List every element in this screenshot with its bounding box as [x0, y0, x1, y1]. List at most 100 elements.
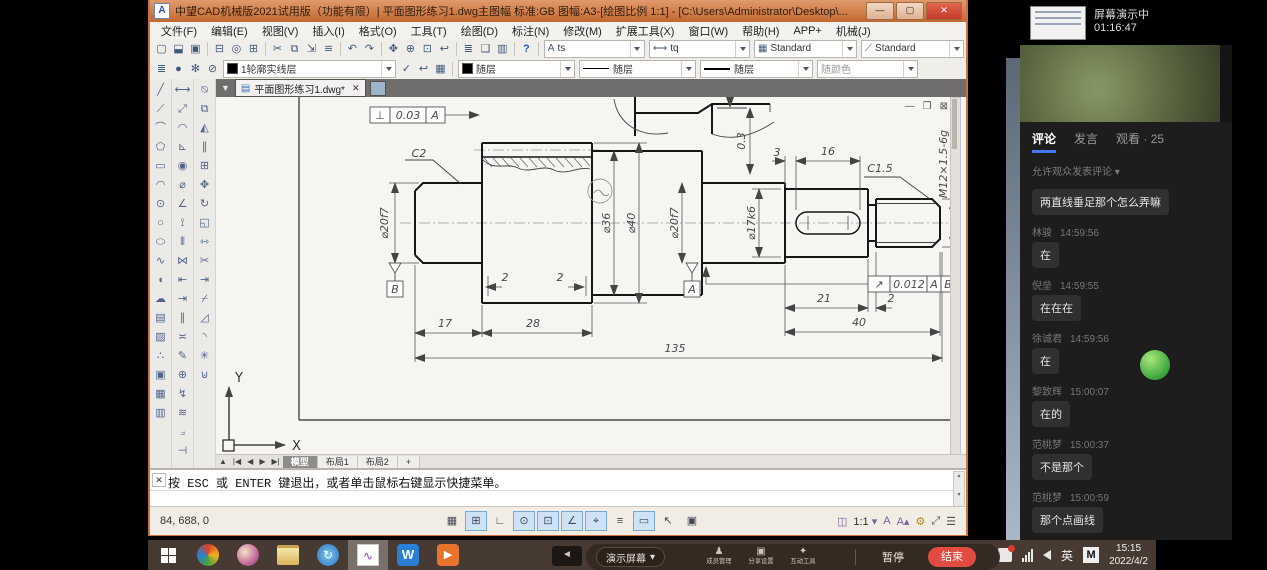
menu-window[interactable]: 窗口(W) [681, 23, 735, 39]
rotate-tool[interactable]: ↻ [195, 195, 214, 214]
tab-last-button[interactable]: ▶| [268, 457, 282, 466]
scrollbar-thumb[interactable] [952, 99, 957, 149]
tab-next-button[interactable]: ▶ [256, 457, 268, 466]
osnap-toggle[interactable]: ⊡ [537, 511, 559, 531]
annotation-visibility-icon[interactable]: A [883, 515, 890, 527]
array-tool[interactable]: ⊞ [195, 157, 214, 176]
rectangle-tool[interactable]: ▭ [151, 157, 170, 176]
dim-linear-tool[interactable]: ⟷ [173, 81, 192, 100]
chevron-down-icon[interactable] [681, 61, 695, 77]
start-button[interactable] [148, 540, 188, 570]
chevron-down-icon[interactable] [735, 41, 749, 57]
document-tab[interactable]: ▤ 平面图形练习1.dwg* ✕ [235, 79, 366, 97]
center-mark-tool[interactable]: ⊕ [173, 366, 192, 385]
layer-on-button[interactable]: ● [170, 61, 187, 77]
presenter-toolbar-handle[interactable]: ◄ [552, 546, 582, 566]
minimize-button[interactable]: — [866, 2, 894, 20]
save-button[interactable]: ▣ [187, 41, 204, 57]
interaction-tools-button[interactable]: ✦ 互动工具 [789, 547, 817, 567]
zoom-realtime-button[interactable]: ⊕ [402, 41, 419, 57]
table-style-combo[interactable]: ▦ Standard [754, 40, 857, 58]
command-close-icon[interactable]: ✕ [152, 473, 166, 487]
snap-toggle[interactable]: ▦ [441, 511, 463, 531]
notification-icon[interactable] [998, 548, 1012, 562]
share-settings-button[interactable]: ▣ 分享设置 [747, 547, 775, 567]
join-tool[interactable]: ⊍ [195, 366, 214, 385]
tab-close-icon[interactable]: ✕ [352, 83, 360, 94]
chevron-down-icon[interactable] [842, 41, 856, 57]
explode-tool[interactable]: ✳ [195, 347, 214, 366]
drawing-canvas[interactable]: ▼ ▤ 平面图形练习1.dwg* ✕ [216, 79, 966, 468]
chevron-down-icon[interactable] [560, 61, 574, 77]
menu-draw[interactable]: 绘图(D) [454, 23, 505, 39]
scale-tool[interactable]: ◱ [195, 214, 214, 233]
stretch-tool[interactable]: ⇿ [195, 233, 214, 252]
ellipse-tool[interactable]: ⬭ [151, 233, 170, 252]
ray-tool[interactable]: ⟋ [151, 100, 170, 119]
view-minimize-icon[interactable]: — [905, 101, 915, 112]
tab-list-menu-button[interactable]: ▲ [216, 457, 230, 466]
undo-button[interactable]: ↶ [344, 41, 361, 57]
dyn-toggle[interactable]: ⌖ [585, 511, 607, 531]
redo-button[interactable]: ↷ [361, 41, 378, 57]
chat-tab-watching[interactable]: 观看 · 25 [1116, 130, 1164, 153]
chat-tab-speak[interactable]: 发言 [1074, 130, 1098, 153]
erase-tool[interactable]: ⍉ [195, 81, 214, 100]
break-tool[interactable]: ⌿ [195, 290, 214, 309]
tab-new-layout[interactable]: + [398, 456, 420, 468]
viewport-icon[interactable]: ◫ [837, 515, 847, 528]
chamfer-tool[interactable]: ◿ [195, 309, 214, 328]
tab-model[interactable]: 模型 [283, 456, 318, 468]
dim-update-tool[interactable]: ⟓ [173, 423, 192, 442]
command-line-panel[interactable]: ✕ 按 ESC 或 ENTER 键退出，或者单击鼠标右键显示快捷菜单。 ▴▾ [150, 468, 966, 508]
pause-share-button[interactable]: 暂停 [882, 549, 904, 565]
status-menu-icon[interactable]: ☰ [946, 515, 956, 528]
tab-layout1[interactable]: 布局1 [318, 456, 358, 468]
dim-break-tool[interactable]: ⇤ [173, 271, 192, 290]
publish-button[interactable]: ⊞ [245, 41, 262, 57]
dim-ordinate-tool[interactable]: ⟟ [173, 214, 192, 233]
members-button[interactable]: ♟ 成员管理 [705, 547, 733, 567]
table-tool[interactable]: ▦ [151, 385, 170, 404]
ime-language[interactable]: 英 [1061, 547, 1073, 564]
linetype-combo[interactable]: 随层 [579, 60, 696, 78]
vertical-scrollbar[interactable] [950, 97, 961, 455]
shaft-drawing[interactable]: ⌀20f7 ⌀36 ⌀40 ⌀20f7 ⌀17k6 M12×1.5-6g 0.3… [216, 97, 957, 455]
dim-space-tool[interactable]: ⇥ [173, 290, 192, 309]
menu-express[interactable]: 扩展工具(X) [609, 23, 682, 39]
layer-lock-button[interactable]: ⊘ [204, 61, 221, 77]
fullscreen-icon[interactable]: ⤢ [931, 515, 940, 528]
dim-baseline-tool[interactable]: ⫴ [173, 233, 192, 252]
pan-button[interactable]: ✥ [385, 41, 402, 57]
chevron-down-icon[interactable] [798, 61, 812, 77]
menu-file[interactable]: 文件(F) [154, 23, 204, 39]
tab-first-button[interactable]: |◀ [230, 457, 244, 466]
chat-tab-comments[interactable]: 评论 [1032, 130, 1056, 153]
open-button[interactable]: ⬓ [170, 41, 187, 57]
tolerance-tool[interactable]: ≋ [173, 404, 192, 423]
mirror-tool[interactable]: ◭ [195, 119, 214, 138]
revcloud-tool[interactable]: ☁ [151, 290, 170, 309]
dim-edit-tool[interactable]: ✎ [173, 347, 192, 366]
menu-view[interactable]: 视图(V) [255, 23, 306, 39]
menu-tools[interactable]: 工具(T) [404, 23, 454, 39]
arc3pt-tool[interactable]: ◠ [151, 176, 170, 195]
move-tool[interactable]: ✥ [195, 176, 214, 195]
taskbar-browser[interactable]: ↻ [308, 540, 348, 570]
image-tool[interactable]: ▥ [151, 404, 170, 423]
properties-button[interactable]: ▥ [494, 41, 511, 57]
annotation-toggle[interactable]: ▣ [681, 511, 703, 531]
layer-manager-button[interactable]: ≣ [460, 41, 477, 57]
menu-insert[interactable]: 插入(I) [305, 23, 351, 39]
view-restore-icon[interactable]: ❐ [923, 101, 932, 112]
dim-jogged-tool[interactable]: ∠ [173, 195, 192, 214]
allow-comments-control[interactable]: 允许观众发表评论 ▾ [1020, 157, 1232, 184]
leader-tool[interactable]: ↯ [173, 385, 192, 404]
dim-continue-tool[interactable]: ⋈ [173, 252, 192, 271]
webcam-video[interactable] [1020, 45, 1220, 122]
taskbar-wps-app[interactable]: W [388, 540, 428, 570]
dim-parallel-tool[interactable]: ∥ [173, 309, 192, 328]
taskbar-paint-app[interactable] [228, 540, 268, 570]
dim-style-tool[interactable]: ⊣ [173, 442, 192, 461]
layer-combo[interactable]: 1轮廓实线层 [223, 60, 396, 78]
